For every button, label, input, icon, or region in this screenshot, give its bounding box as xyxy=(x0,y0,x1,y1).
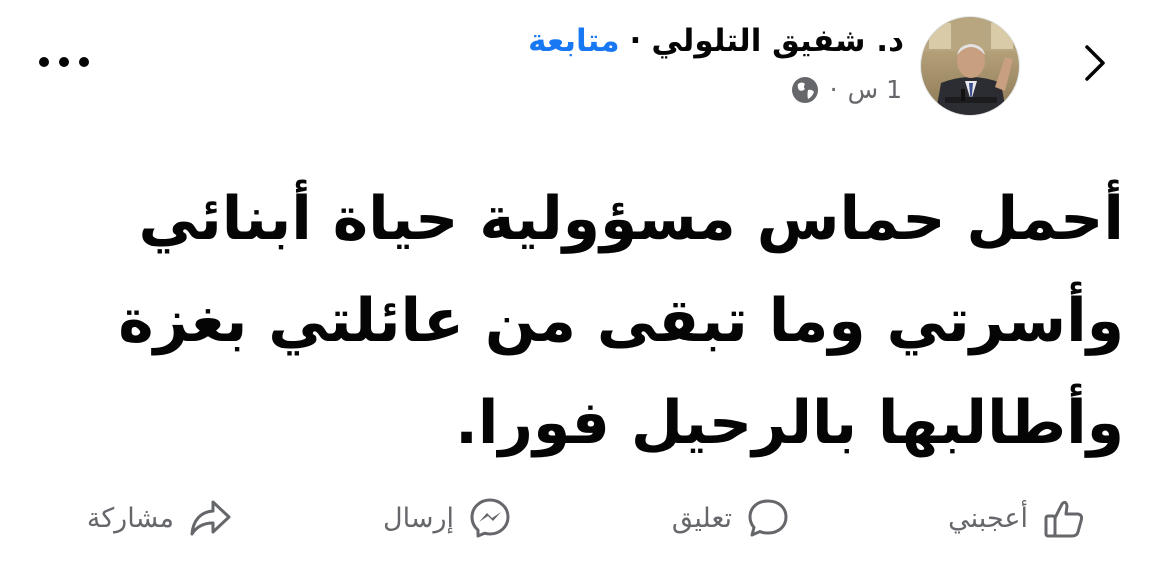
post-message: أحمل حماس مسؤولية حياة أبنائي وأسرتي وما… xyxy=(84,168,1124,474)
back-button[interactable] xyxy=(1070,38,1120,88)
like-button[interactable]: أعجبني xyxy=(948,480,1086,556)
send-label: إرسال xyxy=(382,502,454,534)
globe-icon xyxy=(790,75,820,105)
post-text-line: وأطالبها بالرحيل فورا. xyxy=(455,388,1124,458)
messenger-icon xyxy=(468,496,512,540)
action-bar: أعجبني تعليق إرسال مشاركة xyxy=(0,480,1152,556)
author-photo xyxy=(921,17,1019,115)
author-line: د. شفيق التلولي· متابعة xyxy=(528,18,904,64)
more-dots-icon xyxy=(39,57,89,67)
thumbs-up-icon xyxy=(1042,496,1086,540)
share-arrow-icon xyxy=(188,496,232,540)
author-avatar[interactable] xyxy=(920,16,1020,116)
share-button[interactable]: مشاركة xyxy=(87,480,232,556)
post-meta: 1 س · xyxy=(790,70,902,110)
share-label: مشاركة xyxy=(86,502,174,534)
post-text-line: وأسرتي وما تبقى من عائلتي بغزة xyxy=(118,286,1124,356)
like-label: أعجبني xyxy=(948,502,1028,534)
post-header: د. شفيق التلولي·متابعة 1 س · xyxy=(0,0,1152,140)
post-time[interactable]: 1 س xyxy=(848,70,902,110)
comment-label: تعليق xyxy=(671,502,732,534)
separator-dot: · xyxy=(629,23,642,59)
more-options-button[interactable] xyxy=(28,40,100,84)
follow-button[interactable]: متابعة xyxy=(528,23,619,59)
chevron-right-icon xyxy=(1085,45,1105,81)
author-name[interactable]: د. شفيق التلولي xyxy=(651,23,904,59)
meta-separator: · xyxy=(829,75,838,104)
send-button[interactable]: إرسال xyxy=(383,480,512,556)
comment-button[interactable]: تعليق xyxy=(672,480,790,556)
post-text-line: أحمل حماس مسؤولية حياة أبنائي xyxy=(138,184,1125,254)
comment-bubble-icon xyxy=(746,496,790,540)
